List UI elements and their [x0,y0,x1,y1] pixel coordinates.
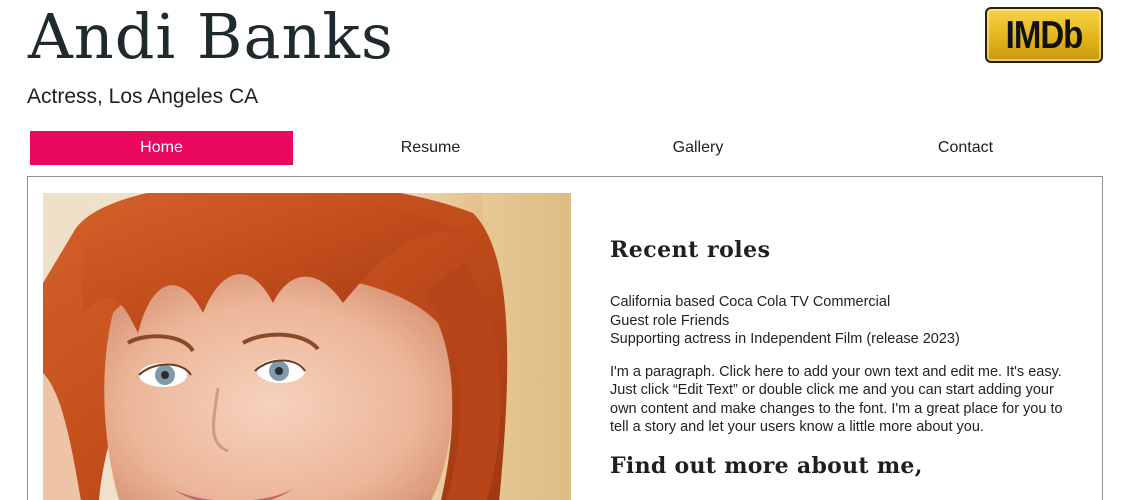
headshot-illustration [43,193,571,500]
nav-item-gallery[interactable]: Gallery [568,131,828,165]
role-item: Supporting actress in Independent Film (… [610,331,960,347]
imdb-logo-text: IMDb [1005,12,1084,57]
main-nav: Home Resume Gallery Contact [30,131,1103,165]
role-item: Guest role Friends [610,312,730,329]
main-text-column: Recent roles California based Coca Cola … [610,235,1080,480]
imdb-logo-link[interactable]: IMDb [985,7,1103,63]
site-name[interactable]: Andi Banks [28,0,394,74]
recent-roles-heading: Recent roles [610,237,771,263]
nav-item-home[interactable]: Home [30,131,293,165]
nav-item-contact[interactable]: Contact [828,131,1103,165]
role-item: California based Coca Cola TV Commercial [610,294,891,310]
actress-headshot-photo [43,193,571,500]
find-out-more-heading: Find out more about me, [610,452,923,479]
site-tagline: Actress, Los Angeles CA [27,85,259,108]
about-paragraph: I'm a paragraph. Click here to add your … [610,363,1063,436]
roles-list: California based Coca Cola TV Commercial… [610,293,1080,349]
nav-item-resume[interactable]: Resume [293,131,568,165]
